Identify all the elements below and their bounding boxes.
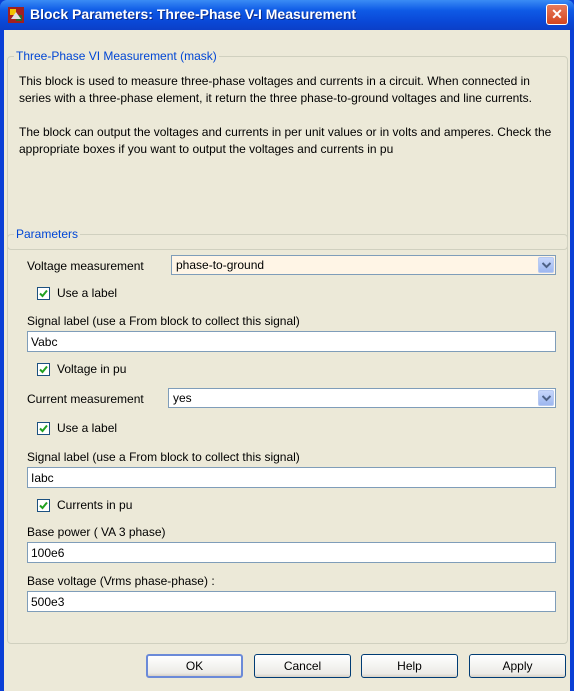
base-power-input[interactable]: 100e6 bbox=[27, 542, 556, 563]
current-use-label-checkbox[interactable] bbox=[37, 422, 50, 435]
current-measurement-value: yes bbox=[173, 391, 192, 405]
voltage-use-label-text: Use a label bbox=[57, 286, 118, 300]
close-button[interactable]: ✕ bbox=[546, 4, 568, 25]
base-voltage-input[interactable]: 500e3 bbox=[27, 591, 556, 612]
dialog-window: Block Parameters: Three-Phase V-I Measur… bbox=[0, 0, 574, 691]
checkmark-icon bbox=[39, 501, 48, 510]
parameters-legend: Parameters bbox=[14, 227, 81, 241]
description-paragraph-2: The block can output the voltages and cu… bbox=[19, 125, 552, 156]
apply-button[interactable]: Apply bbox=[469, 654, 566, 678]
chevron-down-icon[interactable] bbox=[538, 257, 554, 273]
window-title: Block Parameters: Three-Phase V-I Measur… bbox=[30, 6, 357, 22]
voltage-signal-label-input[interactable]: Vabc bbox=[27, 331, 556, 352]
mask-description: This block is used to measure three-phas… bbox=[19, 73, 559, 158]
mask-legend: Three-Phase VI Measurement (mask) bbox=[14, 49, 219, 63]
base-voltage-label: Base voltage (Vrms phase-phase) : bbox=[27, 574, 215, 588]
voltage-measurement-label: Voltage measurement bbox=[27, 259, 144, 273]
title-bar[interactable]: Block Parameters: Three-Phase V-I Measur… bbox=[0, 0, 574, 30]
dialog-body: Three-Phase VI Measurement (mask) This b… bbox=[4, 30, 570, 691]
voltage-in-pu-checkbox[interactable] bbox=[37, 363, 50, 376]
currents-in-pu-checkbox[interactable] bbox=[37, 499, 50, 512]
current-signal-label-input[interactable]: Iabc bbox=[27, 467, 556, 488]
close-icon: ✕ bbox=[551, 6, 563, 22]
chevron-down-icon[interactable] bbox=[538, 390, 554, 406]
voltage-in-pu-text: Voltage in pu bbox=[57, 362, 127, 376]
cancel-button[interactable]: Cancel bbox=[254, 654, 351, 678]
voltage-measurement-value: phase-to-ground bbox=[176, 258, 265, 272]
simulink-block-icon[interactable] bbox=[8, 7, 24, 23]
base-power-label: Base power ( VA 3 phase) bbox=[27, 525, 166, 539]
checkmark-icon bbox=[39, 365, 48, 374]
description-paragraph-1: This block is used to measure three-phas… bbox=[19, 74, 532, 105]
current-signal-label-caption: Signal label (use a From block to collec… bbox=[27, 450, 300, 464]
checkmark-icon bbox=[39, 289, 48, 298]
currents-in-pu-text: Currents in pu bbox=[57, 498, 133, 512]
ok-button[interactable]: OK bbox=[146, 654, 243, 678]
voltage-use-label-checkbox[interactable] bbox=[37, 287, 50, 300]
checkmark-icon bbox=[39, 424, 48, 433]
voltage-signal-label-caption: Signal label (use a From block to collec… bbox=[27, 314, 300, 328]
mask-description-group: Three-Phase VI Measurement (mask) This b… bbox=[7, 49, 568, 250]
help-button[interactable]: Help bbox=[361, 654, 458, 678]
voltage-measurement-select[interactable]: phase-to-ground bbox=[171, 255, 556, 275]
current-use-label-text: Use a label bbox=[57, 421, 118, 435]
current-measurement-select[interactable]: yes bbox=[168, 388, 556, 408]
current-measurement-label: Current measurement bbox=[27, 392, 144, 406]
